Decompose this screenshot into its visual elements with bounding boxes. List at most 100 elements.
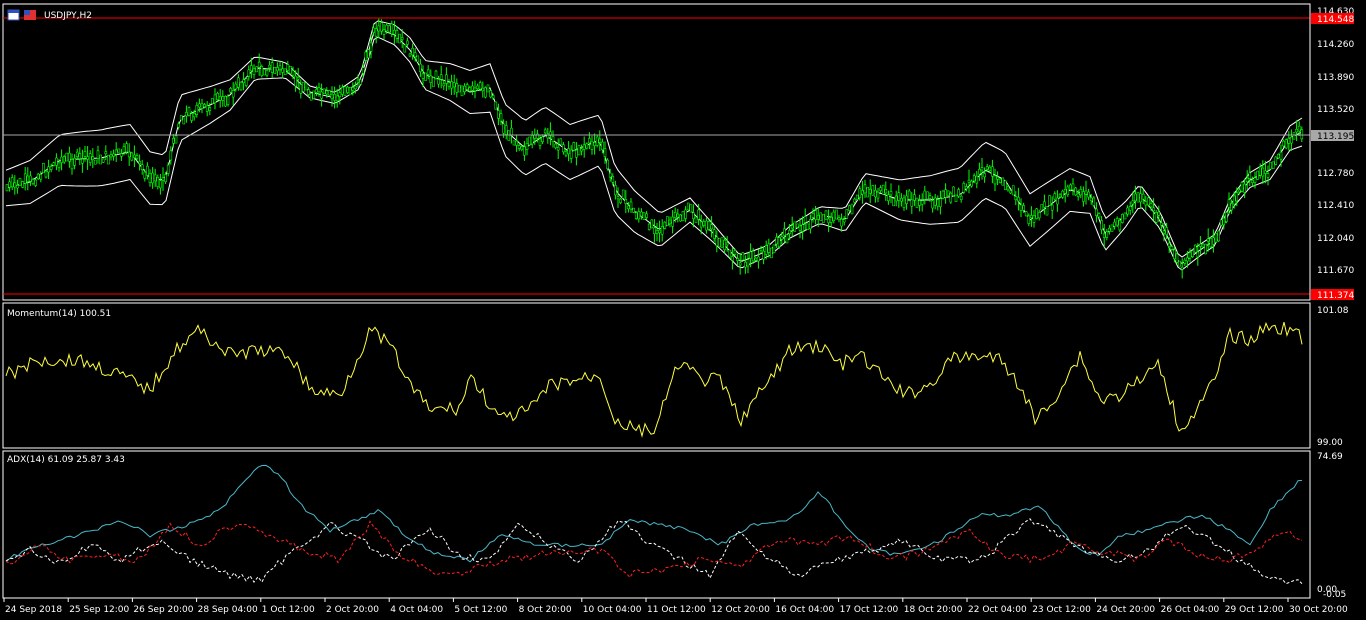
candle-body (785, 234, 789, 244)
candle-body (218, 96, 222, 101)
candle-body (723, 240, 726, 251)
candle-body (640, 211, 643, 217)
candle-body (143, 171, 147, 179)
chart-window-icon-bar (8, 10, 19, 13)
candle-body (933, 197, 937, 206)
candle-body (749, 251, 752, 259)
candle-body (744, 261, 747, 268)
candle-body (439, 74, 443, 80)
candle-body (88, 153, 92, 163)
candle-body (1149, 203, 1153, 208)
time-tick-label: 28 Sep 04:00 (198, 605, 258, 615)
candle-body (1232, 195, 1236, 205)
time-tick-label: 18 Oct 20:00 (904, 605, 963, 615)
candle-body (858, 188, 862, 198)
candle-body (320, 91, 323, 99)
candle-body (263, 69, 266, 76)
candle-body (484, 87, 487, 98)
candle-body (829, 217, 833, 223)
candle-body (1087, 191, 1090, 198)
candle-body (1271, 161, 1275, 170)
candle-body (1061, 190, 1064, 198)
candle-body (811, 213, 815, 218)
candle-body (179, 115, 183, 121)
candle-body (918, 200, 921, 206)
candle-body (1183, 259, 1187, 264)
candle-body (148, 173, 152, 183)
candle-body (276, 67, 279, 72)
candle-body (70, 159, 74, 170)
candle-body (463, 85, 466, 92)
candle-body (382, 29, 386, 35)
candle-body (848, 205, 851, 211)
candle-body (419, 63, 422, 72)
candle-body (972, 175, 976, 182)
candle-body (751, 250, 755, 262)
candle-body (900, 198, 903, 202)
candle-body (91, 156, 95, 160)
candle-body (299, 84, 303, 94)
candle-body (273, 67, 277, 74)
candle-body (1097, 213, 1101, 218)
candle-body (1053, 193, 1057, 200)
high-level-value: 114.548 (1317, 15, 1354, 25)
candle-body (684, 209, 687, 219)
candle-body (328, 90, 331, 96)
candle-body (315, 89, 318, 93)
candle-body (122, 146, 126, 153)
candle-body (333, 94, 336, 101)
candle-body (616, 196, 620, 200)
candle-body (135, 155, 139, 159)
adx-bottom-tick-extra: -0.05 (1323, 590, 1346, 600)
candle-body (707, 221, 711, 230)
adx-top-tick: 74.69 (1317, 452, 1343, 462)
candle-body (569, 149, 573, 159)
time-tick-label: 8 Oct 20:00 (519, 605, 572, 615)
candle-body (18, 177, 22, 186)
candle-body (1045, 206, 1049, 216)
candle-body (983, 173, 986, 178)
candle-body (876, 191, 880, 199)
candle-body (1050, 204, 1054, 211)
candle-body (764, 245, 768, 255)
candle-body (127, 151, 131, 158)
candle-body (489, 90, 492, 98)
candle-body (294, 75, 297, 87)
candle-body (380, 22, 383, 32)
candle-body (213, 94, 217, 104)
candle-body (676, 213, 680, 218)
candle-body (177, 123, 180, 128)
candle-body (242, 79, 245, 83)
candle-body (1095, 208, 1098, 216)
candle-body (634, 212, 638, 219)
candle-body (998, 178, 1002, 183)
candle-body (187, 107, 191, 116)
candle-body (55, 157, 58, 166)
time-tick-label: 1 Oct 12:00 (262, 605, 315, 615)
candle-body (359, 79, 362, 85)
candle-body (1048, 195, 1051, 206)
candle-body (855, 194, 859, 200)
candle-body (411, 47, 414, 56)
candle-body (936, 199, 940, 207)
candle-body (1248, 172, 1252, 179)
candle-body (1188, 252, 1192, 259)
candle-body (1134, 193, 1137, 201)
candle-body (244, 78, 248, 86)
candle-body (1193, 244, 1197, 253)
candle-body (567, 148, 570, 155)
chart-window[interactable]: USDJPY,H2 114.630 114.260 113.890 113.52… (0, 0, 1366, 620)
candle-body (819, 212, 823, 221)
candle-body (572, 142, 576, 151)
candle-body (712, 229, 716, 239)
candle-body (772, 244, 776, 254)
candle-body (580, 148, 583, 152)
candle-body (736, 258, 739, 261)
candle-body (577, 145, 581, 156)
candle-body (421, 73, 425, 79)
candle-body (731, 256, 734, 261)
candle-body (452, 82, 456, 88)
candle-body (702, 221, 706, 226)
candle-body (946, 190, 950, 196)
candle-body (216, 93, 219, 100)
